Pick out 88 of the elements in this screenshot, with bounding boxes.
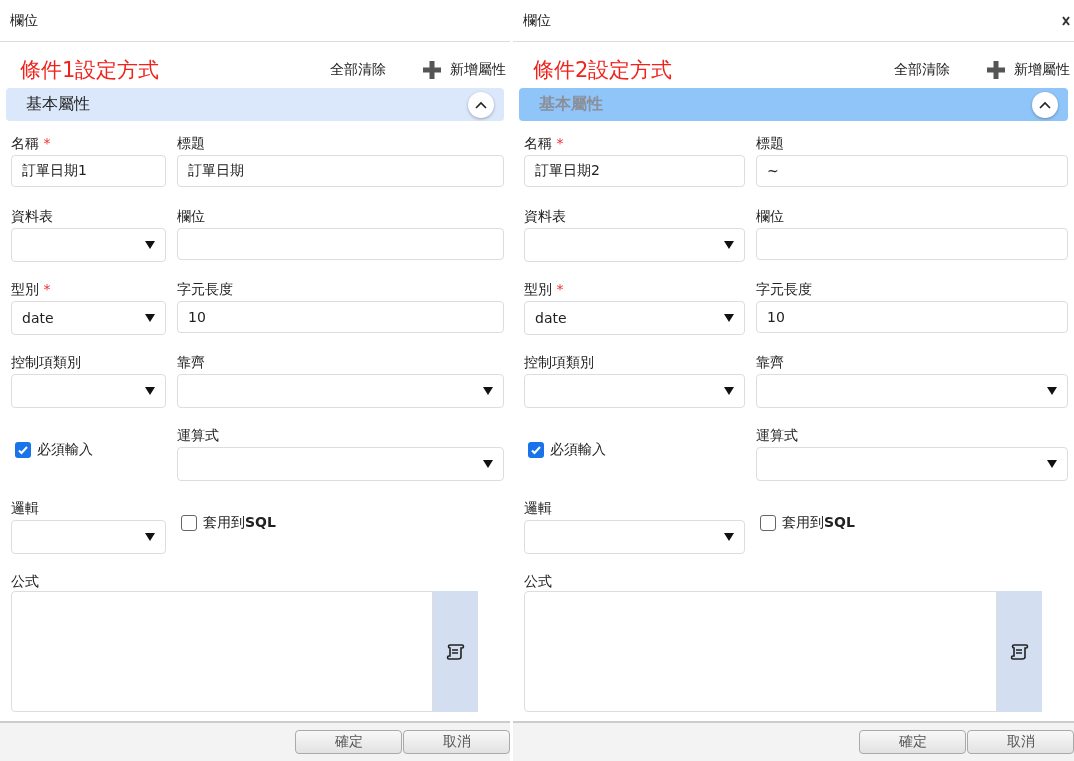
checkbox-label: 必須輸入 — [37, 441, 93, 459]
section-header[interactable]: 基本屬性 — [6, 88, 504, 121]
field-label: 欄位 — [177, 207, 206, 226]
field-label: 邏輯 — [524, 499, 553, 518]
field-label: 公式 — [11, 572, 40, 591]
caret-down-icon — [145, 532, 155, 542]
formula-field[interactable] — [524, 591, 997, 712]
dropdown[interactable] — [524, 374, 745, 408]
field-label: 名稱 * — [11, 134, 52, 153]
add-attribute-button[interactable]: 新增屬性 — [422, 60, 506, 80]
dialog-button[interactable]: 取消 — [403, 730, 510, 754]
chevron-icon — [475, 100, 487, 109]
input-field[interactable]: 10 — [177, 301, 504, 333]
caret-down-icon — [1047, 386, 1057, 396]
dialog-title: 欄位 — [523, 11, 551, 30]
field-label: 型別 * — [524, 280, 565, 299]
input-field[interactable]: 訂單日期 — [177, 155, 504, 187]
dialog-button[interactable]: 確定 — [859, 730, 966, 754]
dropdown[interactable]: date — [11, 301, 166, 335]
checkbox[interactable] — [181, 515, 197, 531]
dropdown[interactable]: date — [524, 301, 745, 335]
field-label: 運算式 — [177, 426, 220, 445]
checkbox-label: 套用到SQL — [203, 514, 276, 532]
input-field[interactable]: 10 — [756, 301, 1068, 333]
caret-down-icon — [483, 386, 493, 396]
caret-down-icon — [724, 240, 734, 250]
caret-down-icon — [724, 386, 734, 396]
plus-icon — [986, 60, 1006, 80]
formula-field[interactable] — [11, 591, 433, 712]
dropdown[interactable] — [11, 520, 166, 554]
collapse-button[interactable] — [468, 91, 494, 118]
dropdown[interactable] — [756, 447, 1068, 481]
input-field[interactable] — [177, 228, 504, 260]
dropdown[interactable] — [177, 447, 504, 481]
caret-down-icon — [724, 313, 734, 323]
dropdown[interactable] — [11, 228, 166, 262]
input-field[interactable]: 訂單日期2 — [524, 155, 745, 187]
checkbox[interactable] — [760, 515, 776, 531]
field-label: 標題 — [177, 134, 206, 153]
field-label: 型別 * — [11, 280, 52, 299]
collapse-button[interactable] — [1032, 91, 1058, 118]
field-label: 邏輯 — [11, 499, 40, 518]
add-attribute-button[interactable]: 新增屬性 — [986, 60, 1070, 80]
checkbox[interactable] — [15, 442, 31, 458]
field-label: 控制項類別 — [524, 353, 595, 372]
field-label: 字元長度 — [756, 280, 813, 299]
dropdown[interactable] — [756, 374, 1068, 408]
script-button[interactable] — [433, 591, 478, 712]
field-label: 欄位 — [756, 207, 785, 226]
heading: 條件2設定方式 — [533, 57, 674, 84]
scroll-icon — [445, 642, 466, 661]
dialog-button[interactable]: 取消 — [967, 730, 1074, 754]
field-label: 名稱 * — [524, 134, 565, 153]
scroll-icon — [1009, 642, 1030, 661]
plus-icon — [422, 60, 442, 80]
caret-down-icon — [145, 240, 155, 250]
caret-down-icon — [724, 532, 734, 542]
caret-down-icon — [145, 313, 155, 323]
input-field[interactable]: ~ — [756, 155, 1068, 187]
field-label: 運算式 — [756, 426, 799, 445]
checkbox-label: 套用到SQL — [782, 514, 855, 532]
dropdown[interactable] — [177, 374, 504, 408]
field-label: 公式 — [524, 572, 553, 591]
clear-all-button[interactable]: 全部清除 — [330, 61, 386, 79]
caret-down-icon — [145, 386, 155, 396]
dropdown[interactable] — [524, 520, 745, 554]
field-label: 控制項類別 — [11, 353, 82, 372]
input-field[interactable] — [756, 228, 1068, 260]
field-label: 靠齊 — [756, 353, 785, 372]
dropdown[interactable] — [524, 228, 745, 262]
chevron-icon — [1039, 100, 1051, 109]
caret-down-icon — [1047, 459, 1057, 469]
checkbox-label: 必須輸入 — [550, 441, 606, 459]
field-label: 標題 — [756, 134, 785, 153]
heading: 條件1設定方式 — [20, 57, 161, 84]
checkbox[interactable] — [528, 442, 544, 458]
close-icon[interactable] — [1062, 15, 1070, 26]
dropdown[interactable] — [11, 374, 166, 408]
field-label: 資料表 — [11, 207, 54, 226]
input-field[interactable]: 訂單日期1 — [11, 155, 166, 187]
script-button[interactable] — [997, 591, 1042, 712]
caret-down-icon — [483, 459, 493, 469]
dialog-title: 欄位 — [10, 11, 38, 30]
dialog-button[interactable]: 確定 — [295, 730, 402, 754]
field-label: 字元長度 — [177, 280, 234, 299]
field-label: 靠齊 — [177, 353, 206, 372]
field-label: 資料表 — [524, 207, 567, 226]
clear-all-button[interactable]: 全部清除 — [894, 61, 950, 79]
